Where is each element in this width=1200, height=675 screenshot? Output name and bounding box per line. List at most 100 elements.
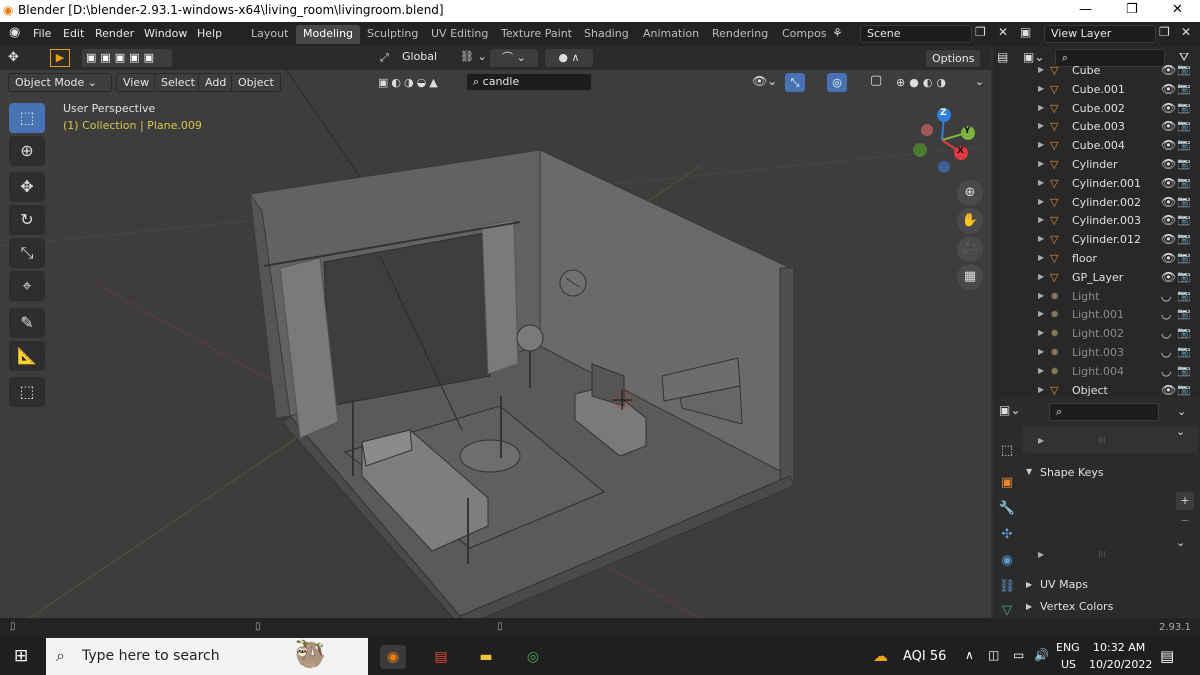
expand-arrow-icon[interactable]: ▶ [1038,347,1044,356]
tool-cursor[interactable]: ⊕ [9,136,45,166]
outliner-row[interactable]: ▶ ▽ Cylinder.002 👁 📷 [993,194,1200,213]
new-view-layer-icon[interactable]: ❐ [1159,25,1170,39]
vertex-colors-header[interactable]: ▶ Vertex Colors [1022,598,1198,616]
outliner-item-name[interactable]: Light.003 [1072,346,1124,359]
outliner-row[interactable]: ▶ ▽ Cube 👁 📷 [993,62,1200,81]
scene-icon[interactable]: ⚘ [832,26,843,40]
tab-animation[interactable]: Animation [636,25,706,44]
render-camera-icon[interactable]: 📷 [1177,251,1191,264]
visibility-filter-icons[interactable]: ▣◐◑◒▲ [374,73,464,92]
input-language[interactable]: ENG [1056,641,1080,654]
render-camera-icon[interactable]: 📷 [1177,119,1191,132]
outliner-row[interactable]: ▶ ✹ Light.002 ◡ 📷 [993,325,1200,344]
outliner-row[interactable]: ▶ ▽ Cylinder.001 👁 📷 [993,175,1200,194]
eye-icon[interactable]: 👁 [1161,119,1176,133]
editor-type-icon[interactable]: ✥ [8,50,19,65]
eye-icon[interactable]: 👁 [1161,176,1176,190]
tab-uv-editing[interactable]: UV Editing [424,25,495,44]
expand-arrow-icon[interactable]: ▶ [1038,65,1044,74]
restore-icon[interactable]: ❐ [1126,2,1138,17]
render-camera-icon[interactable]: 📷 [1177,176,1191,189]
select-box-icon[interactable]: ▶ [50,49,70,67]
ortho-toggle-button[interactable]: ▦ [957,264,983,290]
outliner-item-name[interactable]: Light.001 [1072,308,1124,321]
menu-help[interactable]: Help [197,27,222,40]
menu-view[interactable]: View [116,73,157,92]
close-icon[interactable]: ✕ [1172,2,1183,17]
outliner-row[interactable]: ▶ ▽ Cube.001 👁 📷 [993,81,1200,100]
list-expand-icon[interactable]: ▶ [1038,436,1044,445]
tab-compositing[interactable]: Compos [775,25,834,44]
expand-arrow-icon[interactable]: ▶ [1038,84,1044,93]
expand-arrow-icon[interactable]: ▶ [1038,272,1044,281]
outliner-item-name[interactable]: GP_Layer [1072,271,1123,284]
tool-move[interactable]: ✥ [9,172,45,202]
uv-maps-header[interactable]: ▶ UV Maps [1022,576,1198,594]
properties-editor-icon[interactable]: ▣⌄ [999,403,1020,417]
outliner-item-name[interactable]: Light.002 [1072,327,1124,340]
expand-arrow-icon[interactable]: ▶ [1038,140,1044,149]
add-shape-key-icon[interactable]: + [1176,492,1194,510]
render-camera-icon[interactable]: 📷 [1177,232,1191,245]
eye-icon[interactable]: 👁 [1161,383,1176,397]
outliner-item-name[interactable]: Cylinder.012 [1072,233,1141,246]
eye-icon[interactable]: 👁 [1161,63,1176,77]
outliner-row[interactable]: ▶ ✹ Light.001 ◡ 📷 [993,306,1200,325]
properties-options-icon[interactable]: ⌄ [1177,405,1186,418]
eye-icon[interactable]: 👁 [1161,270,1176,284]
eye-icon[interactable]: 👁 [1161,101,1176,115]
eye-icon[interactable]: 👁 [1161,157,1176,171]
outliner-item-name[interactable]: Cube.004 [1072,139,1125,152]
navigation-gizmo[interactable]: Z Y X [912,106,980,176]
input-region[interactable]: US [1061,658,1076,671]
new-scene-icon[interactable]: ❐ [975,25,986,39]
tool-measure[interactable]: 📐 [9,341,45,371]
uv-maps-expand-icon[interactable]: ▶ [1026,580,1032,589]
zoom-button[interactable]: ⊕ [957,180,983,206]
tool-scale[interactable]: ⤡ [9,238,45,268]
expand-arrow-icon[interactable]: ▶ [1038,366,1044,375]
outliner-row[interactable]: ▶ ✹ Light.004 ◡ 📷 [993,363,1200,382]
eye-icon[interactable]: 👁 [1161,213,1176,227]
render-camera-icon[interactable]: 📷 [1177,383,1191,396]
menu-window[interactable]: Window [144,27,187,40]
tool-annotate[interactable]: ✎ [9,308,45,338]
remove-view-layer-icon[interactable]: ✕ [1181,25,1191,39]
clock-time[interactable]: 10:32 AM [1093,641,1145,654]
weather-icon[interactable]: ☁ [873,647,888,665]
expand-arrow-icon[interactable]: ▶ [1038,121,1044,130]
tool-rotate[interactable]: ↻ [9,205,45,235]
outliner-item-name[interactable]: Cylinder.002 [1072,196,1141,209]
taskbar-office-icon[interactable]: ▤ [428,645,454,669]
scene-field[interactable]: Scene [860,25,972,43]
vertex-colors-expand-icon[interactable]: ▶ [1026,602,1032,611]
pan-button[interactable]: ✋ [957,208,983,234]
blender-menu-icon[interactable]: ◉ [9,25,20,40]
object-mode-dropdown[interactable]: Object Mode ⌄ [8,73,112,92]
shape-keys-header[interactable]: ▼ Shape Keys [1022,462,1198,484]
physics-properties-icon[interactable]: ◉ [996,550,1018,572]
render-camera-icon[interactable]: 📷 [1177,82,1191,95]
pivot-icon[interactable]: ⛓ ⌄ [460,50,487,63]
taskbar-chrome-icon[interactable]: ◎ [520,645,546,669]
render-camera-icon[interactable]: 📷 [1177,213,1191,226]
expand-arrow-icon[interactable]: ▶ [1038,385,1044,394]
expand-arrow-icon[interactable]: ▶ [1038,215,1044,224]
orientation-dropdown[interactable]: Global [396,49,452,67]
battery-icon[interactable]: ▭ [1013,648,1024,662]
render-camera-icon[interactable]: 📷 [1177,138,1191,151]
remove-scene-icon[interactable]: ✕ [998,25,1008,39]
expand-arrow-icon[interactable]: ▶ [1038,178,1044,187]
outliner-item-name[interactable]: Light [1072,290,1099,303]
eye-icon[interactable]: 👁 [1161,82,1176,96]
expand-arrow-icon[interactable]: ▶ [1038,234,1044,243]
clock-date[interactable]: 10/20/2022 [1089,658,1152,671]
view-layer-icon[interactable]: ▣ [1020,25,1031,39]
shape-keys-list-expand-icon[interactable]: ▶ [1038,550,1044,559]
shading-options-icon[interactable]: ⌄ [975,75,984,88]
object-properties-icon[interactable]: ▣ [996,472,1018,494]
shading-mode-icons[interactable]: ⊕●◐◑ [892,73,972,92]
shape-keys-resize-handle[interactable]: ⁝⁝⁝ [1098,550,1106,559]
vertex-groups-menu-icon[interactable]: ⌄ [1176,425,1185,438]
menu-object[interactable]: Object [231,73,281,92]
